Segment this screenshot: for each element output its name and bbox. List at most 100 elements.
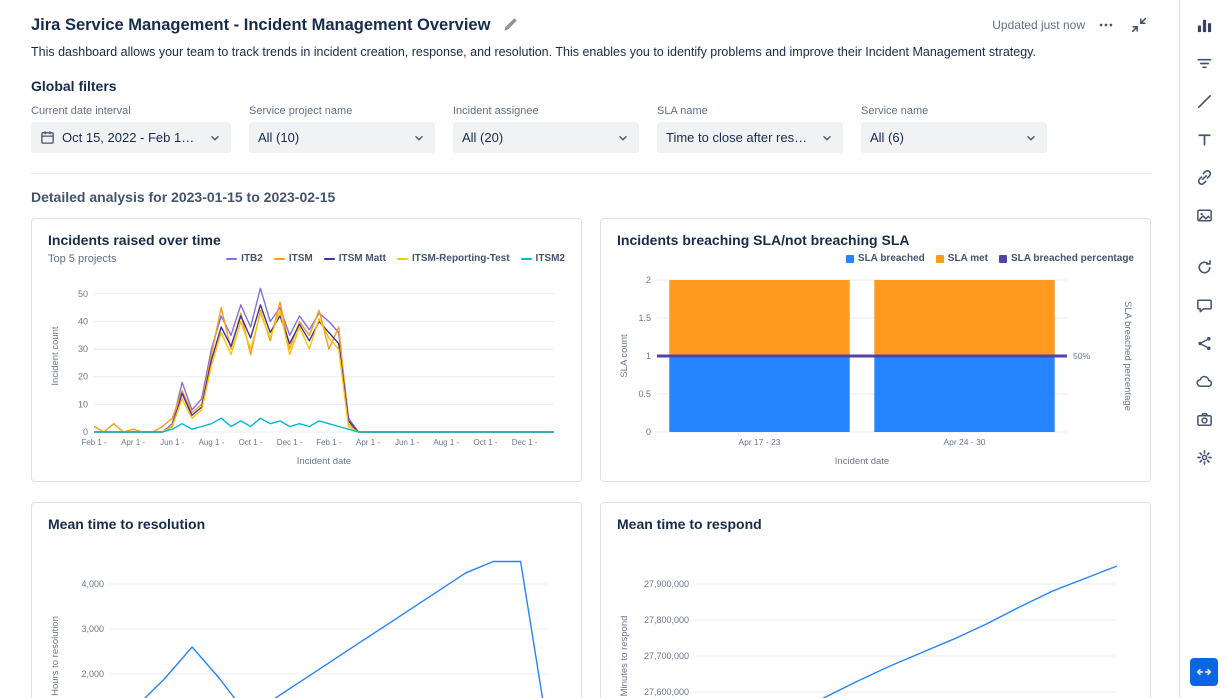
svg-text:Incident date: Incident date <box>297 456 351 467</box>
svg-text:2,000: 2,000 <box>81 669 104 679</box>
legend-label: SLA met <box>947 253 988 264</box>
filter-sla-name: SLA name Time to close after respon... <box>657 105 843 153</box>
mean-time-resolution-chart: 1,0002,0003,0004,000Hours to resolution <box>50 560 548 698</box>
pencil-icon <box>504 18 517 31</box>
chevron-down-icon <box>619 135 627 140</box>
chart-legend: SLA breached SLA met SLA breached percenta… <box>845 253 1134 264</box>
link-icon <box>1197 169 1211 185</box>
svg-text:40: 40 <box>78 316 88 326</box>
svg-text:1.5: 1.5 <box>638 313 651 323</box>
svg-text:Feb 1 -: Feb 1 - <box>316 438 342 447</box>
svg-text:Incident date: Incident date <box>835 456 889 467</box>
select-value: Time to close after respon... <box>666 130 813 145</box>
svg-text:27,600,000: 27,600,000 <box>644 687 689 697</box>
svg-text:Apr 1 -: Apr 1 - <box>121 438 145 447</box>
filter-label: Incident assignee <box>453 105 539 117</box>
svg-text:27,700,000: 27,700,000 <box>644 651 689 661</box>
legend-item: SLA breached <box>845 253 925 264</box>
filter-tool-button[interactable] <box>1190 50 1218 76</box>
svg-text:Jun 1 -: Jun 1 - <box>395 438 420 447</box>
right-toolbar <box>1179 0 1228 698</box>
share-icon <box>1197 336 1211 350</box>
legend-item: ITB2 <box>226 253 263 264</box>
date-interval-select[interactable]: Oct 15, 2022 - Feb 15, 2023 <box>31 122 231 153</box>
svg-text:Oct 1 -: Oct 1 - <box>239 438 263 447</box>
image-tool-button[interactable] <box>1190 202 1218 228</box>
filter-icon <box>1196 58 1212 68</box>
service-name-select[interactable]: All (6) <box>861 122 1047 153</box>
svg-text:Dec 1 -: Dec 1 - <box>277 438 303 447</box>
legend-marker <box>935 254 944 263</box>
settings-tool-button[interactable] <box>1190 444 1218 470</box>
chart-card-incidents-raised: Incidents raised over time Top 5 project… <box>31 218 582 482</box>
svg-text:Jun 1 -: Jun 1 - <box>160 438 185 447</box>
svg-text:50%: 50% <box>1073 351 1090 361</box>
svg-text:27,800,000: 27,800,000 <box>644 615 689 625</box>
share-tool-button[interactable] <box>1190 330 1218 356</box>
legend-label: ITSM Matt <box>338 253 386 264</box>
refresh-icon <box>1197 259 1211 273</box>
svg-text:27,900,000: 27,900,000 <box>644 579 689 589</box>
legend-label: ITSM-Reporting-Test <box>411 253 510 264</box>
svg-text:4,000: 4,000 <box>81 579 104 589</box>
camera-tool-button[interactable] <box>1190 406 1218 432</box>
svg-text:SLA breached percentage: SLA breached percentage <box>1122 301 1133 411</box>
filter-label: Current date interval <box>31 105 131 117</box>
legend-label: ITSM <box>288 253 313 264</box>
legend-marker <box>845 254 854 263</box>
legend-item: ITSM-Reporting-Test <box>396 253 510 264</box>
chart-subtitle-row: Top 5 projects ITB2 ITSM ITSM Matt ITSM-Rep… <box>48 251 565 266</box>
camera-icon <box>1196 412 1212 426</box>
svg-text:0.5: 0.5 <box>638 389 651 399</box>
collapse-view-button[interactable] <box>1127 13 1151 37</box>
chart-title: Mean time to respond <box>617 516 762 532</box>
select-value: Oct 15, 2022 - Feb 15, 2023 <box>62 130 201 145</box>
legend-label: SLA breached percentage <box>1010 253 1134 264</box>
legend-item: ITSM2 <box>520 253 565 264</box>
bar-chart-icon <box>1197 19 1211 32</box>
edit-title-button[interactable] <box>499 14 521 36</box>
chart-title: Incidents raised over time <box>48 232 221 248</box>
chart-title: Mean time to resolution <box>48 516 206 532</box>
filter-service-project-name: Service project name All (10) <box>249 105 435 153</box>
charts-tool-button[interactable] <box>1190 12 1218 38</box>
line-tool-icon <box>1197 94 1211 108</box>
incidents-over-time-chart: 0 10 20 30 40 50 Feb 1 - Apr 1 - Jun 1 - Aug 1 - O… <box>50 287 554 467</box>
incident-assignee-select[interactable]: All (20) <box>453 122 639 153</box>
comment-tool-button[interactable] <box>1190 292 1218 318</box>
header: Jira Service Management - Incident Manag… <box>31 13 1151 37</box>
link-tool-button[interactable] <box>1190 164 1218 190</box>
dashboard-app: Jira Service Management - Incident Manag… <box>0 0 1228 698</box>
svg-text:0: 0 <box>83 427 88 437</box>
chart-subtitle-row: SLA breached SLA met SLA breached percenta… <box>617 251 1134 266</box>
select-value: All (6) <box>870 130 904 145</box>
legend-item: SLA breached percentage <box>998 253 1134 264</box>
text-tool-button[interactable] <box>1190 126 1218 152</box>
cloud-icon <box>1195 375 1212 387</box>
svg-text:SLA count: SLA count <box>619 334 630 378</box>
svg-text:Oct 1 -: Oct 1 - <box>473 438 497 447</box>
dashboard-main: Jira Service Management - Incident Manag… <box>0 0 1179 698</box>
svg-text:Apr 17 - 23: Apr 17 - 23 <box>738 437 780 447</box>
svg-text:Apr 24 - 30: Apr 24 - 30 <box>943 437 985 447</box>
chart-card-sla-breach: Incidents breaching SLA/not breaching SL… <box>600 218 1151 482</box>
refresh-tool-button[interactable] <box>1190 254 1218 280</box>
svg-text:Dec 1 -: Dec 1 - <box>512 438 538 447</box>
calendar-icon <box>41 131 54 144</box>
collapse-panel-button[interactable] <box>1190 658 1218 686</box>
cloud-tool-button[interactable] <box>1190 368 1218 394</box>
chevron-down-icon <box>415 135 423 140</box>
sla-name-select[interactable]: Time to close after respon... <box>657 122 843 153</box>
legend-item: SLA met <box>935 253 988 264</box>
chevron-down-icon <box>823 135 831 140</box>
image-icon <box>1196 209 1212 221</box>
service-project-select[interactable]: All (10) <box>249 122 435 153</box>
svg-text:0: 0 <box>646 427 651 437</box>
chevron-down-icon <box>211 135 219 140</box>
filter-service-name: Service name All (6) <box>861 105 1047 153</box>
svg-text:1: 1 <box>646 351 651 361</box>
draw-line-tool-button[interactable] <box>1190 88 1218 114</box>
legend-item: ITSM Matt <box>323 253 386 264</box>
more-options-button[interactable] <box>1094 13 1118 37</box>
svg-text:3,000: 3,000 <box>81 624 104 634</box>
